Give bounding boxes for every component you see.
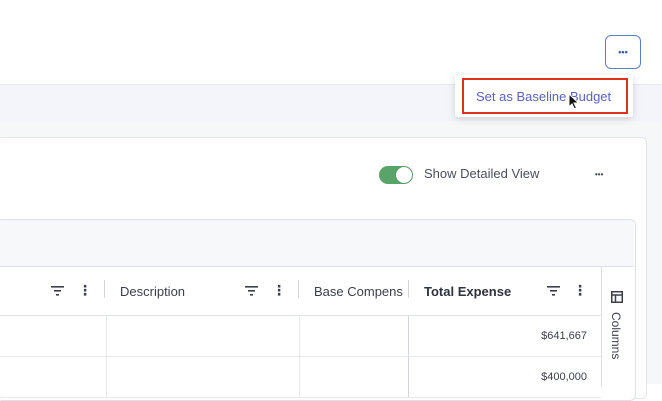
ellipsis-horizontal-icon: •••	[618, 47, 628, 57]
column-divider[interactable]	[104, 280, 105, 298]
cell-divider	[299, 357, 300, 397]
column-header-total-expense[interactable]: Total Expense ⋮	[410, 267, 601, 315]
table-row[interactable]: $641,667	[0, 316, 601, 357]
column-menu-icon[interactable]: ⋮	[272, 283, 286, 297]
column-header-description[interactable]: Description ⋮	[106, 267, 298, 315]
set-baseline-budget-menu-item[interactable]: Set as Baseline Budget	[462, 78, 628, 114]
cell-divider	[408, 316, 409, 356]
detailed-view-label: Show Detailed View	[424, 166, 540, 181]
column-divider[interactable]	[298, 280, 299, 298]
column-header-label: Total Expense	[424, 283, 512, 299]
table-row[interactable]: $400,000	[0, 357, 601, 398]
toggle-knob	[396, 167, 412, 183]
total-expense-cell: $641,667	[541, 330, 587, 342]
column-header-base-compensation[interactable]: Base Compens	[300, 267, 408, 315]
filter-icon[interactable]	[547, 285, 560, 297]
ellipsis-horizontal-icon: •••	[595, 170, 604, 179]
cell-divider	[106, 357, 107, 397]
detailed-view-toggle[interactable]	[379, 166, 413, 184]
filter-icon[interactable]	[51, 285, 64, 297]
page-header	[0, 0, 662, 84]
columns-tab-label[interactable]: Columns	[609, 312, 623, 359]
mouse-cursor-icon	[568, 93, 580, 110]
more-options-button[interactable]: •••	[605, 35, 641, 69]
grid-toolbar	[0, 220, 634, 267]
column-header-label: Description	[120, 283, 186, 299]
cell-divider	[299, 316, 300, 356]
cell-divider	[106, 316, 107, 356]
total-expense-cell: $400,000	[541, 371, 587, 383]
column-menu-icon[interactable]: ⋮	[78, 283, 92, 297]
column-menu-icon[interactable]: ⋮	[573, 283, 587, 297]
columns-icon	[611, 291, 623, 303]
column-divider[interactable]	[408, 280, 409, 298]
filter-icon[interactable]	[245, 285, 258, 297]
column-header-first[interactable]: ⋮	[0, 267, 104, 315]
column-header-label: Base Compens	[314, 283, 403, 299]
grid-header-row: ⋮ Description ⋮ Base Compens Total Expen…	[0, 267, 601, 316]
cell-divider	[408, 357, 409, 397]
card-more-button[interactable]: •••	[595, 164, 603, 180]
